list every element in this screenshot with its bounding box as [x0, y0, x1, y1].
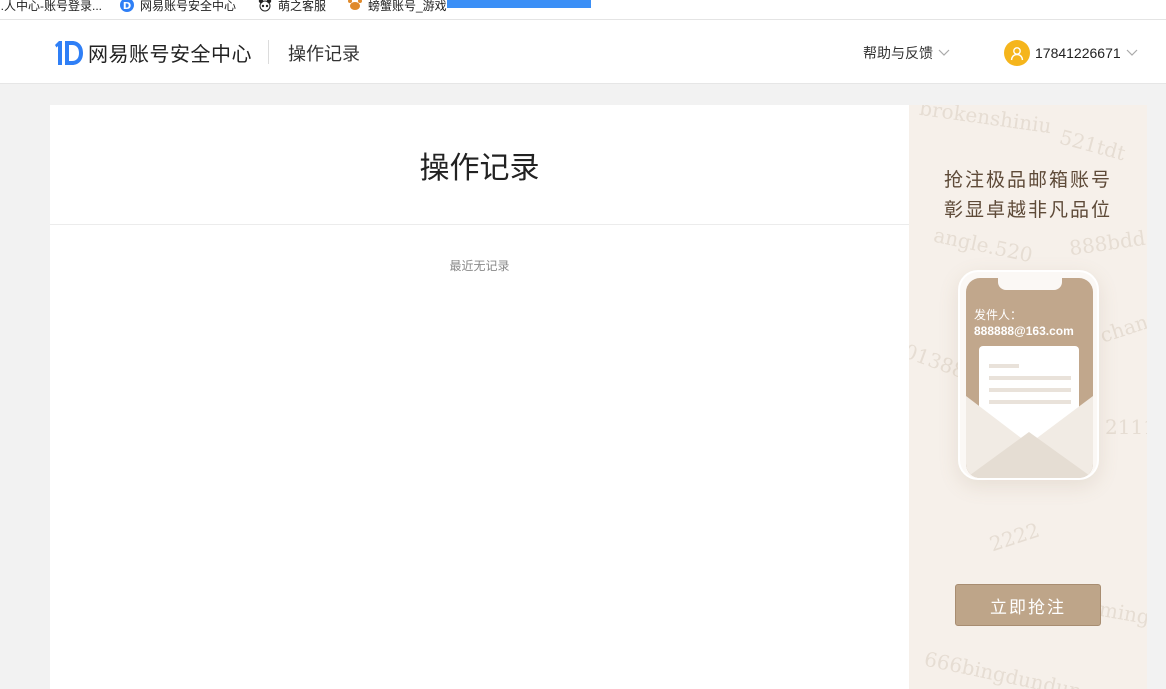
- avatar: [1004, 40, 1030, 66]
- letter-line: [989, 364, 1019, 368]
- user-phone: 17841226671: [1035, 45, 1121, 61]
- ad-slogan: 抢注极品邮箱账号 彰显卓越非凡品位: [909, 165, 1147, 225]
- ad-watermark: 2222: [986, 517, 1043, 557]
- svg-text:D: D: [123, 1, 131, 12]
- operation-records-panel: 操作记录 最近无记录: [50, 105, 909, 689]
- bookmark-label: 网易账号安全中心: [140, 0, 237, 13]
- ad-watermark: changs: [1097, 302, 1147, 348]
- page-title: 操作记录: [50, 105, 909, 225]
- header-page-name: 操作记录: [288, 44, 360, 64]
- bookmark-label: 螃蟹账号_游戏: [368, 0, 447, 13]
- help-feedback-label: 帮助与反馈: [863, 45, 933, 61]
- brand-logo[interactable]: 网易账号安全中心: [54, 38, 252, 67]
- user-menu[interactable]: 17841226671: [1004, 40, 1138, 66]
- user-icon: [1010, 47, 1024, 61]
- register-now-button[interactable]: 立即抢注: [955, 584, 1101, 626]
- bookmarks-bar: ...人中心-账号登录... D 网易账号安全中心 萌之客服 螃蟹账号_游戏: [0, 0, 1166, 20]
- letter-line: [989, 388, 1071, 392]
- bookmark-hover-highlight: [447, 0, 591, 8]
- ad-watermark: 888bdd: [1067, 225, 1147, 261]
- empty-state-text: 最近无记录: [449, 259, 510, 273]
- chevron-down-icon: [938, 49, 950, 56]
- ad-slogan-line: 彰显卓越非凡品位: [943, 199, 1112, 221]
- sender-label: 发件人：: [974, 308, 1023, 322]
- ad-watermark: ming: [1097, 596, 1147, 630]
- bookmark-item[interactable]: 螃蟹账号_游戏: [348, 0, 447, 14]
- site-header: 网易账号安全中心 操作记录 帮助与反馈 17841226671: [0, 20, 1166, 84]
- chevron-down-icon: [1126, 49, 1138, 56]
- bookmark-item[interactable]: D 网易账号安全中心: [120, 0, 236, 14]
- netease-id-logo-icon: [55, 40, 83, 65]
- ad-watermark: brokenshiniu: [917, 105, 1053, 139]
- header-divider: [268, 40, 269, 64]
- netease-id-icon: D: [120, 0, 134, 12]
- crab-icon: [348, 0, 362, 12]
- bookmark-label: ...人中心-账号登录...: [0, 0, 103, 13]
- ad-watermark: 521tdt: [1057, 124, 1129, 166]
- envelope-icon: [966, 396, 1093, 478]
- help-feedback-menu[interactable]: 帮助与反馈: [863, 43, 950, 63]
- sender-email: 888888@163.com: [974, 324, 1074, 338]
- bookmark-item[interactable]: 萌之客服: [258, 0, 326, 14]
- panda-icon: [258, 0, 272, 12]
- letter-line: [989, 376, 1071, 380]
- ad-watermark: angle.520: [931, 222, 1035, 268]
- bookmark-item[interactable]: ...人中心-账号登录...: [0, 0, 102, 14]
- brand-name: 网易账号安全中心: [88, 44, 252, 66]
- phone-screen: 发件人： 888888@163.com: [966, 278, 1093, 478]
- email-promo-ad[interactable]: brokenshiniu 521tdt angle.520 888bdd cha…: [909, 105, 1147, 689]
- ad-slogan-line: 抢注极品邮箱账号: [943, 169, 1112, 191]
- phone-illustration: 发件人： 888888@163.com: [958, 270, 1099, 480]
- bookmark-label: 萌之客服: [278, 0, 327, 13]
- phone-notch: [998, 278, 1062, 290]
- ad-watermark: 2111: [1105, 415, 1147, 439]
- ad-watermark: 666bingdundun: [922, 646, 1084, 689]
